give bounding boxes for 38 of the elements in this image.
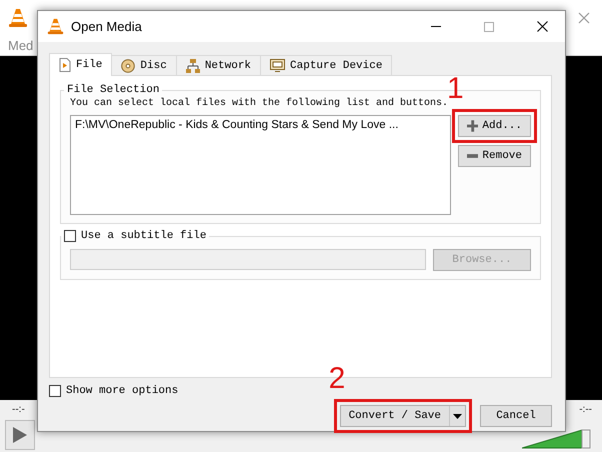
plus-icon: [467, 120, 478, 132]
maximize-icon: [484, 22, 494, 32]
tab[interactable]: Disc: [111, 55, 177, 76]
play-button[interactable]: [5, 420, 35, 450]
convert-save-button[interactable]: Convert / Save: [340, 405, 466, 427]
description-text: You can select local files with the following list and buttons.: [70, 98, 449, 109]
volume-slider-icon[interactable]: [522, 428, 592, 450]
dialog-title: Open Media: [71, 19, 143, 34]
file-icon: [59, 58, 71, 72]
minimize-icon: [431, 26, 441, 28]
cancel-button[interactable]: Cancel: [480, 405, 552, 427]
close-icon: [536, 21, 548, 32]
checkbox-label: Use a subtitle file: [81, 230, 206, 242]
elapsed-time: --:-: [12, 404, 25, 415]
checkbox-label: Show more options: [66, 385, 178, 397]
file-list-item[interactable]: F:\MV\OneRepublic - Kids & Counting Stars & Send My Love ...: [75, 119, 446, 131]
step-number: 2: [328, 364, 346, 394]
step-number: 1: [447, 74, 464, 104]
close-icon[interactable]: [578, 12, 590, 24]
total-time: -:--: [579, 404, 592, 415]
tab[interactable]: Capture Device: [260, 55, 392, 76]
caret-icon[interactable]: [453, 414, 462, 418]
checkbox[interactable]: [49, 385, 61, 397]
disc-icon: [121, 58, 136, 72]
tab[interactable]: Network: [176, 55, 262, 76]
checkbox[interactable]: [64, 230, 76, 242]
menu-item[interactable]: Med: [8, 38, 34, 52]
add-button[interactable]: Add...: [458, 115, 531, 137]
monitor-icon: [270, 59, 286, 72]
minus-icon: [467, 154, 478, 158]
traffic-cone-icon: [47, 18, 64, 35]
remove-button[interactable]: Remove: [458, 145, 531, 167]
play-icon: [13, 427, 27, 443]
traffic-cone-icon: [8, 8, 28, 28]
tab[interactable]: File: [49, 53, 112, 76]
network-icon: [186, 58, 200, 72]
file-list[interactable]: F:\MV\OneRepublic - Kids & Counting Stars & Send My Love ...: [70, 115, 451, 215]
group-title: File Selection: [66, 84, 160, 96]
